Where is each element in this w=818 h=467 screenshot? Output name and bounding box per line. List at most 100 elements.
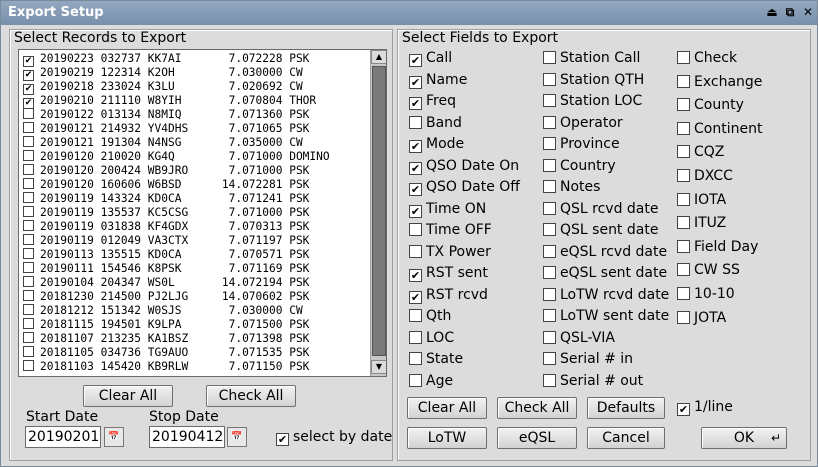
- records-check-all-button[interactable]: Check All: [206, 385, 296, 407]
- field-checkbox-box[interactable]: [677, 310, 690, 324]
- field-checkbox-box[interactable]: [677, 121, 690, 135]
- start-date-input[interactable]: 20190201: [25, 426, 101, 448]
- field-checkbox[interactable]: Country: [543, 157, 616, 175]
- field-checkbox-box[interactable]: [543, 51, 556, 64]
- record-row[interactable]: 20190120 210020 KG4Q 7.071000 DOMINO: [23, 150, 330, 164]
- record-checkbox[interactable]: [23, 122, 34, 133]
- field-checkbox[interactable]: CW SS: [677, 261, 740, 279]
- record-checkbox[interactable]: [23, 150, 34, 161]
- records-clear-all-button[interactable]: Clear All: [83, 385, 173, 407]
- field-checkbox-box[interactable]: [677, 263, 690, 277]
- record-checkbox[interactable]: [23, 164, 34, 175]
- field-checkbox-box[interactable]: [543, 287, 556, 301]
- field-checkbox[interactable]: eQSL sent date: [543, 264, 667, 282]
- field-checkbox[interactable]: JOTA: [677, 309, 726, 327]
- field-checkbox-box[interactable]: [543, 201, 556, 215]
- shade-icon[interactable]: ⏏: [764, 4, 780, 21]
- field-checkbox[interactable]: CQZ: [677, 143, 724, 161]
- fields-check-all-button[interactable]: Check All: [497, 397, 577, 419]
- field-checkbox-box[interactable]: [677, 239, 690, 253]
- close-icon[interactable]: ✕: [800, 4, 816, 21]
- select-by-date-box[interactable]: ✔: [276, 433, 289, 446]
- field-checkbox[interactable]: Serial # out: [543, 372, 643, 390]
- one-per-line-checkbox[interactable]: ✔ 1/line: [677, 398, 733, 416]
- field-checkbox-box[interactable]: [543, 115, 556, 129]
- field-checkbox-box[interactable]: ✔: [409, 54, 422, 67]
- field-checkbox-box[interactable]: [543, 330, 556, 344]
- record-row[interactable]: 20190119 012049 VA3CTX 7.071197 PSK: [23, 234, 309, 248]
- field-checkbox-box[interactable]: ✔: [409, 75, 422, 89]
- field-checkbox[interactable]: Station LOC: [543, 92, 642, 110]
- record-checkbox[interactable]: [23, 318, 34, 329]
- field-checkbox-box[interactable]: [409, 115, 422, 129]
- field-checkbox-box[interactable]: [543, 158, 556, 172]
- one-per-line-box[interactable]: ✔: [677, 403, 690, 416]
- field-checkbox[interactable]: Field Day: [677, 238, 758, 256]
- field-checkbox-box[interactable]: [543, 72, 556, 86]
- record-checkbox[interactable]: [23, 290, 34, 301]
- record-row[interactable]: 20181107 213235 KA1BSZ 7.071398 PSK: [23, 332, 309, 346]
- field-checkbox-box[interactable]: [543, 180, 556, 193]
- field-checkbox-box[interactable]: ✔: [409, 97, 422, 110]
- field-checkbox[interactable]: 10-10: [677, 285, 735, 303]
- field-checkbox[interactable]: Serial # in: [543, 350, 633, 368]
- record-checkbox[interactable]: [23, 304, 34, 315]
- record-checkbox[interactable]: [23, 346, 34, 357]
- stop-date-input[interactable]: 20190412: [149, 426, 225, 448]
- field-checkbox[interactable]: Station QTH: [543, 71, 644, 89]
- field-checkbox[interactable]: ✔ QSO Date Off: [409, 178, 520, 196]
- record-row[interactable]: 20190113 135515 KD0CA 7.070571 PSK: [23, 248, 309, 262]
- field-checkbox[interactable]: DXCC: [677, 167, 733, 185]
- record-checkbox[interactable]: [23, 234, 34, 245]
- field-checkbox[interactable]: ✔ Name: [409, 71, 467, 89]
- record-row[interactable]: 20190120 200424 WB9JRO 7.071000 PSK: [23, 164, 309, 178]
- record-row[interactable]: 20190104 204347 WS0L 14.072194 PSK: [23, 276, 309, 290]
- field-checkbox[interactable]: QSL sent date: [543, 221, 658, 239]
- record-checkbox[interactable]: [23, 248, 34, 259]
- record-checkbox[interactable]: [23, 206, 34, 217]
- field-checkbox-box[interactable]: [677, 51, 690, 64]
- record-checkbox[interactable]: [23, 108, 34, 119]
- field-checkbox[interactable]: Exchange: [677, 73, 762, 91]
- field-checkbox-box[interactable]: [409, 244, 422, 258]
- field-checkbox-box[interactable]: [677, 192, 690, 206]
- field-checkbox[interactable]: ✔ RST sent: [409, 264, 488, 282]
- field-checkbox-box[interactable]: [543, 137, 556, 150]
- fields-clear-all-button[interactable]: Clear All: [407, 397, 487, 419]
- record-checkbox[interactable]: [23, 360, 34, 371]
- field-checkbox[interactable]: ✔ RST rcvd: [409, 286, 488, 304]
- field-checkbox-box[interactable]: [543, 352, 556, 365]
- field-checkbox[interactable]: ✔ Mode: [409, 135, 464, 153]
- restore-icon[interactable]: ⧉: [782, 4, 798, 21]
- select-by-date-checkbox[interactable]: ✔ select by date: [276, 428, 392, 446]
- field-checkbox[interactable]: ✔ Call: [409, 49, 452, 67]
- field-checkbox[interactable]: Time OFF: [409, 221, 492, 239]
- record-checkbox[interactable]: [23, 220, 34, 231]
- field-checkbox-box[interactable]: [677, 169, 690, 182]
- field-checkbox-box[interactable]: [409, 223, 422, 236]
- field-checkbox[interactable]: Station Call: [543, 49, 640, 67]
- field-checkbox[interactable]: TX Power: [409, 243, 491, 261]
- field-checkbox[interactable]: Check: [677, 49, 737, 67]
- field-checkbox-box[interactable]: [543, 266, 556, 279]
- scroll-thumb[interactable]: [372, 66, 386, 356]
- field-checkbox[interactable]: eQSL rcvd date: [543, 243, 667, 261]
- record-row[interactable]: 20190121 214932 YV4DHS 7.071065 PSK: [23, 122, 309, 136]
- field-checkbox-box[interactable]: [543, 244, 556, 258]
- records-scrollbar[interactable]: ▲ ▼: [370, 50, 386, 376]
- record-row[interactable]: 20181105 034736 TG9AUO 7.071535 PSK: [23, 346, 309, 360]
- field-checkbox-box[interactable]: ✔: [409, 161, 422, 175]
- field-checkbox[interactable]: QSL rcvd date: [543, 200, 659, 218]
- record-checkbox[interactable]: [23, 332, 34, 343]
- record-row[interactable]: 20181230 214500 PJ2LJG 14.070602 PSK: [23, 290, 309, 304]
- defaults-button[interactable]: Defaults: [587, 397, 665, 419]
- field-checkbox[interactable]: QSL-VIA: [543, 329, 615, 347]
- field-checkbox-box[interactable]: ✔: [409, 140, 422, 153]
- field-checkbox[interactable]: LoTW rcvd date: [543, 286, 669, 304]
- field-checkbox[interactable]: Continent: [677, 120, 762, 138]
- field-checkbox[interactable]: ITUZ: [677, 214, 726, 232]
- record-row[interactable]: ✔ 20190210 211110 W8YIH 7.070804 THOR: [23, 94, 316, 109]
- field-checkbox[interactable]: Operator: [543, 114, 623, 132]
- record-row[interactable]: 20190119 143324 KD0CA 7.071241 PSK: [23, 192, 309, 206]
- field-checkbox-box[interactable]: ✔: [409, 290, 422, 304]
